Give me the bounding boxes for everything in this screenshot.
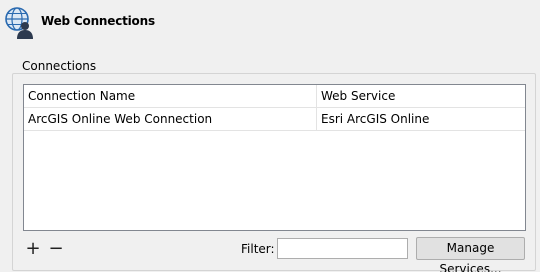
filter-label: Filter: bbox=[241, 242, 275, 256]
bottom-toolbar: + − Filter: Manage Services... bbox=[0, 236, 540, 272]
table-row[interactable]: ArcGIS Online Web Connection Esri ArcGIS… bbox=[24, 108, 525, 131]
web-service-cell[interactable]: Esri ArcGIS Online bbox=[317, 108, 525, 130]
column-header-connection-name[interactable]: Connection Name bbox=[24, 85, 317, 107]
add-icon[interactable]: + bbox=[25, 240, 41, 258]
connection-name-cell[interactable]: ArcGIS Online Web Connection bbox=[24, 108, 317, 130]
manage-services-button[interactable]: Manage Services... bbox=[416, 237, 525, 272]
column-header-web-service[interactable]: Web Service bbox=[317, 85, 525, 107]
remove-icon[interactable]: − bbox=[48, 240, 64, 258]
header: Web Connections bbox=[0, 0, 540, 48]
connections-table[interactable]: Connection Name Web Service ArcGIS Onlin… bbox=[23, 84, 526, 231]
page-title: Web Connections bbox=[41, 14, 155, 28]
filter-input[interactable] bbox=[277, 238, 408, 259]
connections-group-title: Connections bbox=[20, 59, 99, 73]
web-connections-icon bbox=[4, 6, 36, 40]
table-header-row: Connection Name Web Service bbox=[24, 85, 525, 108]
